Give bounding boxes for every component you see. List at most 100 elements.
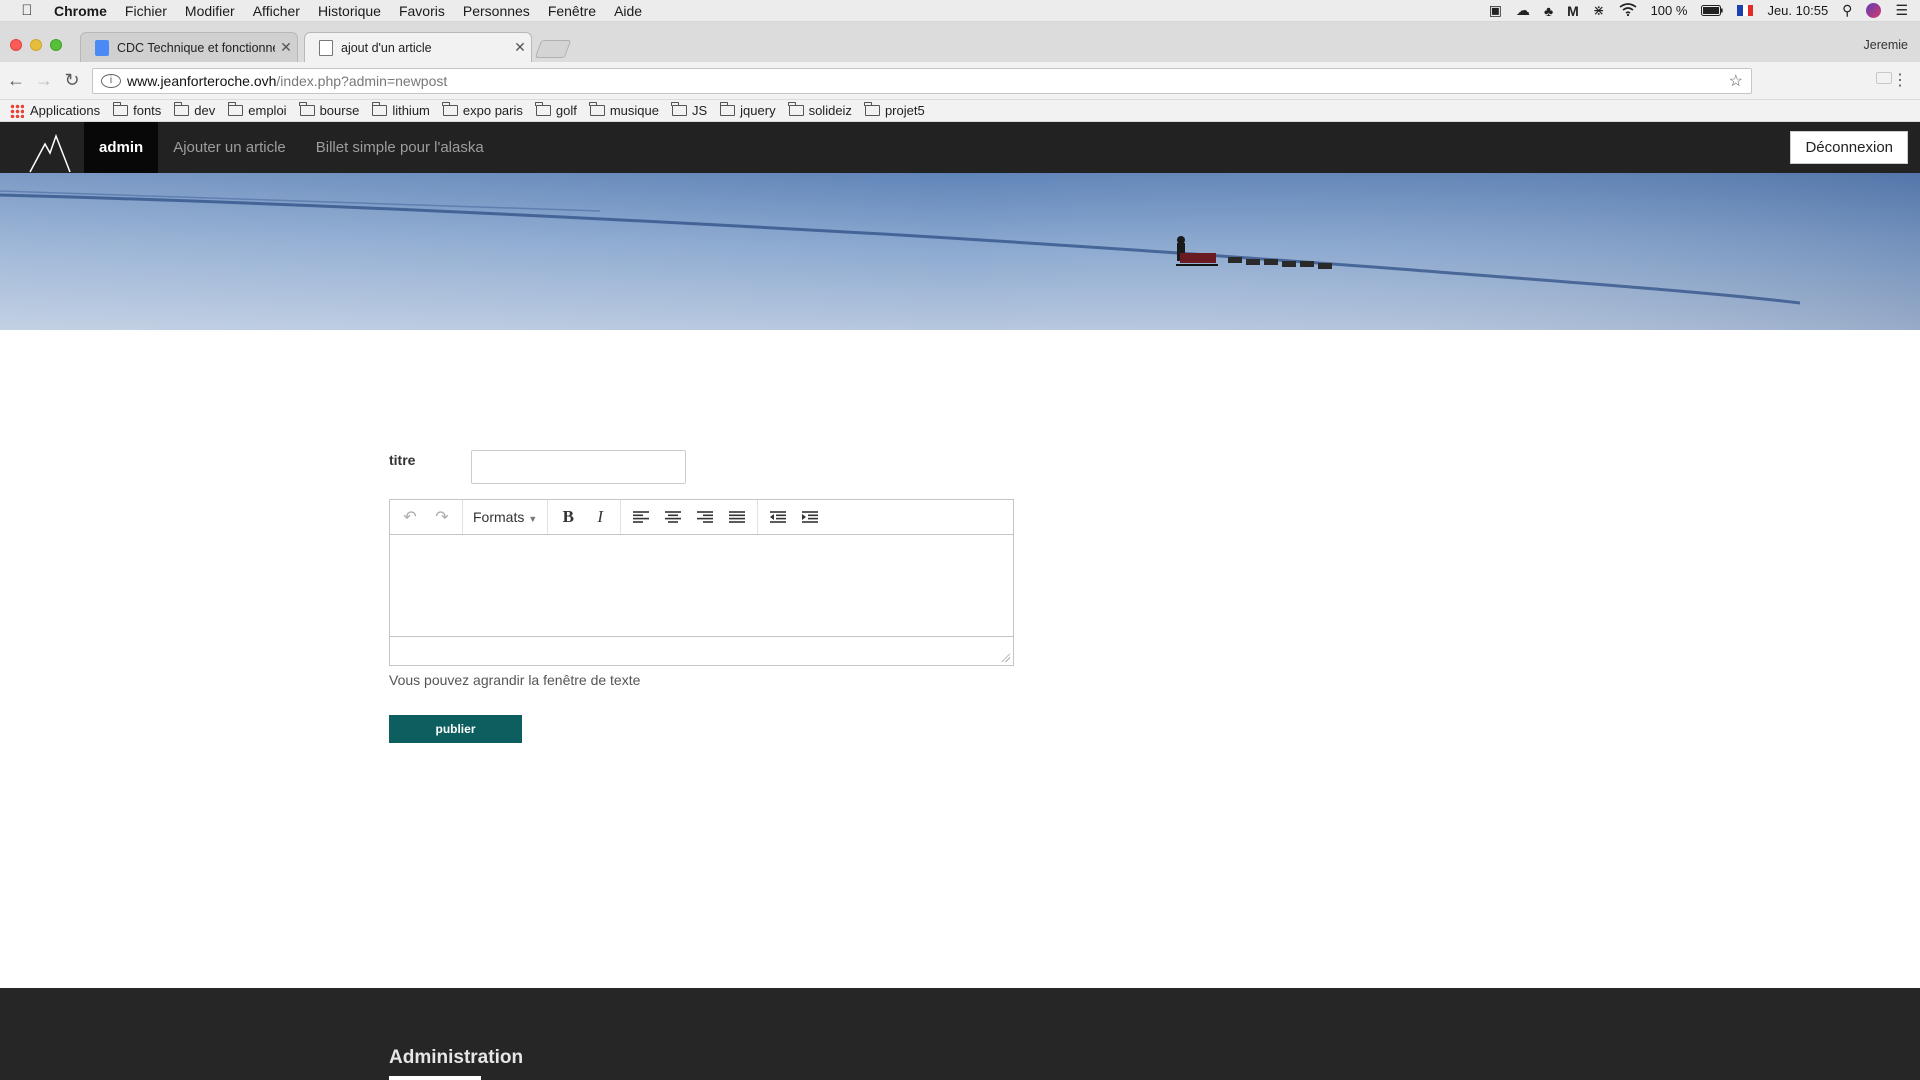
bookmark-dev[interactable]: dev: [173, 102, 215, 118]
folder-icon: [671, 102, 687, 116]
bookmark-bourse[interactable]: bourse: [299, 102, 360, 118]
menu-personnes[interactable]: Personnes: [454, 3, 539, 19]
wifi-icon[interactable]: [1619, 2, 1637, 19]
bookmark-solideiz[interactable]: solideiz: [788, 102, 852, 118]
align-center-icon[interactable]: [657, 508, 689, 526]
bookmark-musique[interactable]: musique: [589, 102, 659, 118]
flag-fr-icon[interactable]: [1737, 5, 1754, 16]
menu-modifier[interactable]: Modifier: [176, 3, 244, 19]
bookmark-jquery[interactable]: jquery: [719, 102, 776, 118]
back-icon[interactable]: ←: [4, 70, 28, 91]
user-avatar-icon[interactable]: [1866, 3, 1882, 18]
forward-icon[interactable]: →: [32, 70, 56, 91]
indent-group: [758, 500, 830, 534]
bold-icon[interactable]: B: [552, 507, 584, 527]
folder-icon: [442, 102, 458, 116]
menu-fichier[interactable]: Fichier: [116, 3, 176, 19]
formats-dropdown[interactable]: Formats ▼: [467, 509, 543, 525]
chrome-menu-icon[interactable]: ⋮: [1892, 70, 1908, 90]
bluetooth-icon[interactable]: ⋇: [1593, 2, 1605, 19]
title-input[interactable]: [471, 450, 686, 484]
nav-admin[interactable]: admin: [84, 122, 159, 173]
nav-blog-alaska[interactable]: Billet simple pour l'alaska: [301, 122, 499, 173]
apps-grid-icon: [10, 103, 24, 118]
menu-favoris[interactable]: Favoris: [390, 3, 454, 19]
mail-m-icon[interactable]: M: [1567, 3, 1579, 19]
tab-close-icon[interactable]: ✕: [509, 39, 531, 56]
resize-hint-text: Vous pouvez agrandir la fenêtre de texte: [389, 672, 641, 688]
menu-afficher[interactable]: Afficher: [244, 3, 309, 19]
indent-icon[interactable]: [794, 508, 826, 526]
google-docs-icon: [95, 39, 109, 56]
bookmark-js[interactable]: JS: [671, 102, 707, 118]
url-host: www.jeanforteroche.ovh: [127, 73, 277, 89]
bookmark-fonts[interactable]: fonts: [112, 102, 161, 118]
url-path: /index.php?admin=newpost: [276, 73, 448, 89]
bookmark-emploi[interactable]: emploi: [227, 102, 287, 118]
italic-icon[interactable]: I: [584, 507, 616, 527]
folder-icon: [589, 102, 605, 116]
redo-icon[interactable]: ↷: [426, 507, 458, 527]
profile-name[interactable]: Jeremie: [1864, 38, 1908, 52]
formats-label: Formats: [473, 509, 525, 525]
align-left-icon[interactable]: [625, 508, 657, 526]
menu-aide[interactable]: Aide: [605, 3, 651, 19]
bookmark-lithium[interactable]: lithium: [371, 102, 430, 118]
window-close-button[interactable]: [10, 39, 22, 51]
window-minimize-button[interactable]: [30, 39, 42, 51]
cloud-icon[interactable]: ☁: [1516, 2, 1530, 19]
folder-icon: [299, 102, 315, 116]
menu-fenetre[interactable]: Fenêtre: [539, 3, 605, 19]
extension-icon[interactable]: [1876, 72, 1892, 84]
tab-close-icon[interactable]: ✕: [275, 39, 297, 56]
bookmark-label: musique: [609, 103, 659, 118]
bookmark-label: golf: [555, 103, 577, 118]
reload-icon[interactable]: ↻: [60, 70, 84, 91]
folder-icon: [535, 102, 551, 116]
align-right-icon[interactable]: [689, 508, 721, 526]
bookmarks-bar: Applications fonts dev emploi bourse lit…: [0, 100, 1920, 122]
tab-cdc-technique[interactable]: CDC Technique et fonctionnel ✕: [80, 32, 298, 62]
editor-statusbar: [390, 636, 1013, 665]
apple-menu-icon[interactable]: : [0, 2, 54, 19]
new-tab-button[interactable]: [534, 40, 572, 58]
folder-icon: [719, 102, 736, 116]
tab-ajout-article[interactable]: ajout d'un article ✕: [304, 32, 532, 62]
clock[interactable]: Jeu. 10:55: [1767, 3, 1828, 18]
box-icon[interactable]: ▣: [1489, 2, 1502, 19]
folder-icon: [227, 102, 244, 116]
caret-down-icon: ▼: [528, 514, 538, 524]
bookmark-projet5[interactable]: projet5: [864, 102, 925, 118]
publish-button[interactable]: publier: [389, 715, 522, 743]
bookmark-star-icon[interactable]: ☆: [1729, 71, 1743, 91]
editor-content-area[interactable]: [390, 535, 1013, 636]
bookmark-label: solideiz: [808, 103, 852, 118]
logout-button[interactable]: Déconnexion: [1790, 131, 1908, 164]
history-group: ↶ ↷: [390, 500, 463, 534]
outdent-icon[interactable]: [762, 508, 794, 526]
mountain-logo-icon[interactable]: [28, 122, 84, 173]
folder-icon: [864, 102, 880, 116]
bookmark-label: bourse: [319, 103, 360, 118]
notification-center-icon[interactable]: ☰: [1895, 2, 1908, 19]
nav-add-article[interactable]: Ajouter un article: [158, 122, 301, 173]
rich-text-editor: ↶ ↷ Formats ▼ B I: [389, 499, 1014, 666]
window-zoom-button[interactable]: [50, 39, 62, 51]
bookmark-applications[interactable]: Applications: [10, 103, 100, 118]
align-justify-icon[interactable]: [721, 508, 753, 526]
address-bar[interactable]: i www.jeanforteroche.ovh /index.php?admi…: [92, 68, 1752, 94]
spotlight-search-icon[interactable]: ⚲: [1842, 2, 1852, 19]
bookmark-label: Applications: [30, 103, 101, 118]
tab-title: CDC Technique et fonctionnel: [117, 40, 275, 55]
info-icon[interactable]: i: [101, 74, 121, 88]
bookmark-golf[interactable]: golf: [535, 102, 577, 118]
resize-handle-icon[interactable]: [1001, 653, 1010, 662]
menu-historique[interactable]: Historique: [309, 3, 390, 19]
undo-icon[interactable]: ↶: [394, 507, 426, 527]
bookmark-label: jquery: [740, 103, 776, 118]
evernote-icon[interactable]: ♣: [1544, 3, 1553, 19]
battery-icon[interactable]: [1701, 3, 1724, 19]
menu-app-chrome[interactable]: Chrome: [54, 3, 116, 19]
folder-icon: [371, 102, 388, 116]
bookmark-expo-paris[interactable]: expo paris: [442, 102, 523, 118]
